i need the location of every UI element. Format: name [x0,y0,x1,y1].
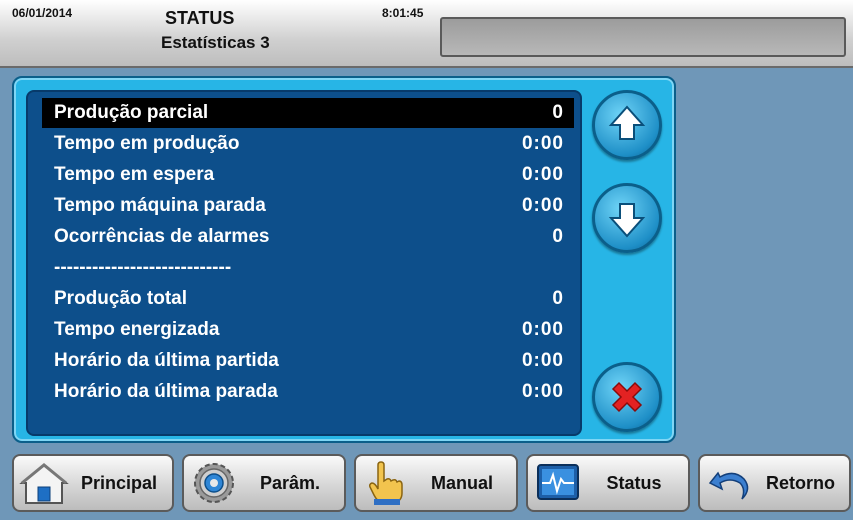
home-icon [19,463,69,504]
nav-retorno-button[interactable]: Retorno [698,454,851,512]
nav-principal-button[interactable]: Principal [12,454,174,512]
nav-status-button[interactable]: Status [526,454,690,512]
arrow-down-icon [608,203,646,238]
stat-value: 0:00 [521,195,564,216]
statistics-panel: Produção parcial 0 Tempo em produção 0:0… [12,76,676,443]
stat-row-ultima-parada[interactable]: Horário da última parada 0:00 [42,377,574,407]
page-title: STATUS [165,8,235,28]
stat-label: Ocorrências de alarmes [54,226,270,247]
nav-param-label: Parâm. [259,472,321,493]
nav-status-label: Status [606,472,662,493]
stat-label: Tempo em espera [54,164,215,185]
stat-row-tempo-producao[interactable]: Tempo em produção 0:00 [42,129,574,159]
stat-label: Produção total [54,288,188,309]
stat-row-ocorrencias-alarmes[interactable]: Ocorrências de alarmes 0 [42,222,574,252]
nav-manual-label: Manual [430,472,493,493]
stat-value: 0:00 [521,319,564,340]
stat-value: 0:00 [521,164,564,185]
gear-icon [194,463,234,503]
close-x-icon [611,381,643,413]
arrow-up-icon [608,105,646,140]
close-button[interactable] [592,362,662,432]
header-bar: 06/01/2014 STATUS Estatísticas 3 8:01:45 [0,0,853,68]
stat-row-producao-parcial[interactable]: Produção parcial 0 [42,98,574,128]
nav-param-button[interactable]: Parâm. [182,454,346,512]
nav-principal-label: Principal [80,472,158,493]
date-display: 06/01/2014 [12,6,73,20]
message-bar [440,17,846,57]
stat-label: Horário da última partida [54,350,279,371]
stat-value: 0:00 [521,381,564,402]
stat-value: 0 [552,102,564,123]
statistics-list[interactable]: Produção parcial 0 Tempo em produção 0:0… [26,90,582,436]
stat-label: Tempo energizada [54,319,220,340]
stat-label: Horário da última parada [54,381,278,402]
stat-value: 0 [552,226,564,247]
hand-pointer-icon [369,461,403,505]
stat-value: 0:00 [521,133,564,154]
scroll-down-button[interactable] [592,183,662,253]
stat-row-tempo-maquina-parada[interactable]: Tempo máquina parada 0:00 [42,191,574,221]
page-subtitle: Estatísticas 3 [161,33,270,52]
nav-retorno-label: Retorno [766,472,835,493]
stat-row-producao-total[interactable]: Produção total 0 [42,284,574,314]
time-display: 8:01:45 [382,6,424,20]
stat-row-tempo-energizada[interactable]: Tempo energizada 0:00 [42,315,574,345]
scroll-up-button[interactable] [592,90,662,160]
separator-text: ---------------------------- [54,257,232,278]
status-monitor-icon [537,464,579,500]
stat-row-tempo-espera[interactable]: Tempo em espera 0:00 [42,160,574,190]
stat-value: 0 [552,288,564,309]
stat-label: Tempo em produção [54,133,240,154]
stat-row-ultima-partida[interactable]: Horário da última partida 0:00 [42,346,574,376]
stat-value: 0:00 [521,350,564,371]
undo-arrow-icon [708,471,749,500]
nav-manual-button[interactable]: Manual [354,454,518,512]
stat-label: Tempo máquina parada [54,195,266,216]
stat-separator: ---------------------------- [42,253,574,283]
stat-label: Produção parcial [54,102,209,123]
